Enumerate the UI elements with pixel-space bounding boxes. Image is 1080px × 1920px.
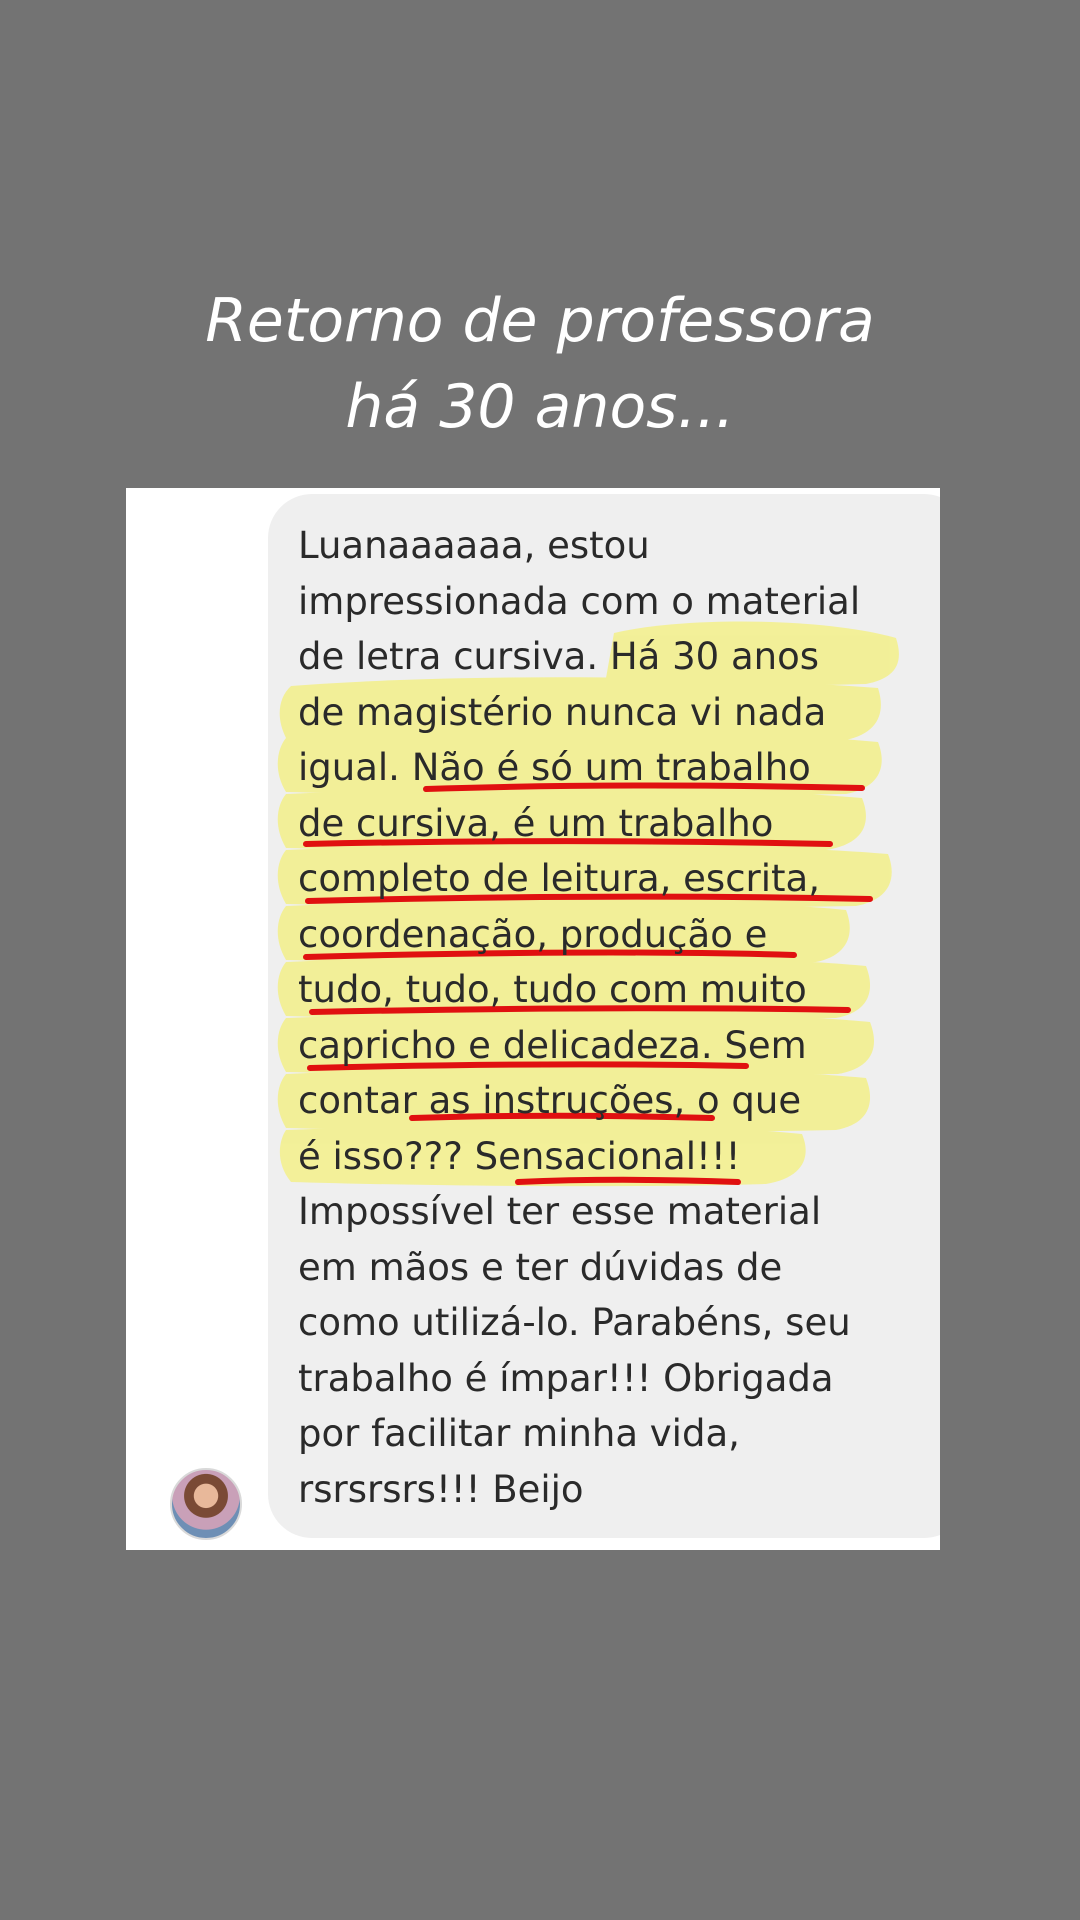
message-line: de letra cursiva. Há 30 anos xyxy=(298,635,819,678)
message-text: Luanaaaaaa, estou impressionada com o ma… xyxy=(298,518,860,1517)
message-screenshot: Luanaaaaaa, estou impressionada com o ma… xyxy=(126,488,940,1550)
message-line: rsrsrsrs!!! Beijo xyxy=(298,1467,584,1511)
message-line: Impossível ter esse material xyxy=(298,1190,822,1233)
message-line: de magistério nunca vi nada xyxy=(298,690,827,734)
message-line: impressionada com o material xyxy=(298,579,861,623)
message-line: trabalho é ímpar!!! Obrigada xyxy=(298,1356,834,1400)
message-line: em mãos e ter dúvidas de xyxy=(298,1245,783,1289)
message-line: contar as instruções, o que xyxy=(298,1079,802,1122)
message-line: de cursiva, é um trabalho xyxy=(298,801,774,845)
message-line: capricho e delicadeza. Sem xyxy=(298,1023,807,1067)
message-line: igual. Não é só um trabalho xyxy=(298,746,811,789)
post-title-line-1: Retorno de professora xyxy=(205,286,875,356)
message-line: completo de leitura, escrita, xyxy=(298,857,820,900)
sender-avatar xyxy=(170,1468,242,1540)
message-line: Luanaaaaaa, estou xyxy=(298,524,650,567)
post-title-line-2: há 30 anos... xyxy=(345,372,735,442)
message-line: é isso??? Sensacional!!! xyxy=(298,1134,741,1178)
message-line: por facilitar minha vida, xyxy=(298,1412,740,1455)
post-title: Retorno de professora há 30 anos... xyxy=(0,278,1080,450)
message-line: como utilizá-lo. Parabéns, seu xyxy=(298,1301,851,1344)
message-line: coordenação, produção e xyxy=(298,912,768,956)
message-line: tudo, tudo, tudo com muito xyxy=(298,968,807,1011)
